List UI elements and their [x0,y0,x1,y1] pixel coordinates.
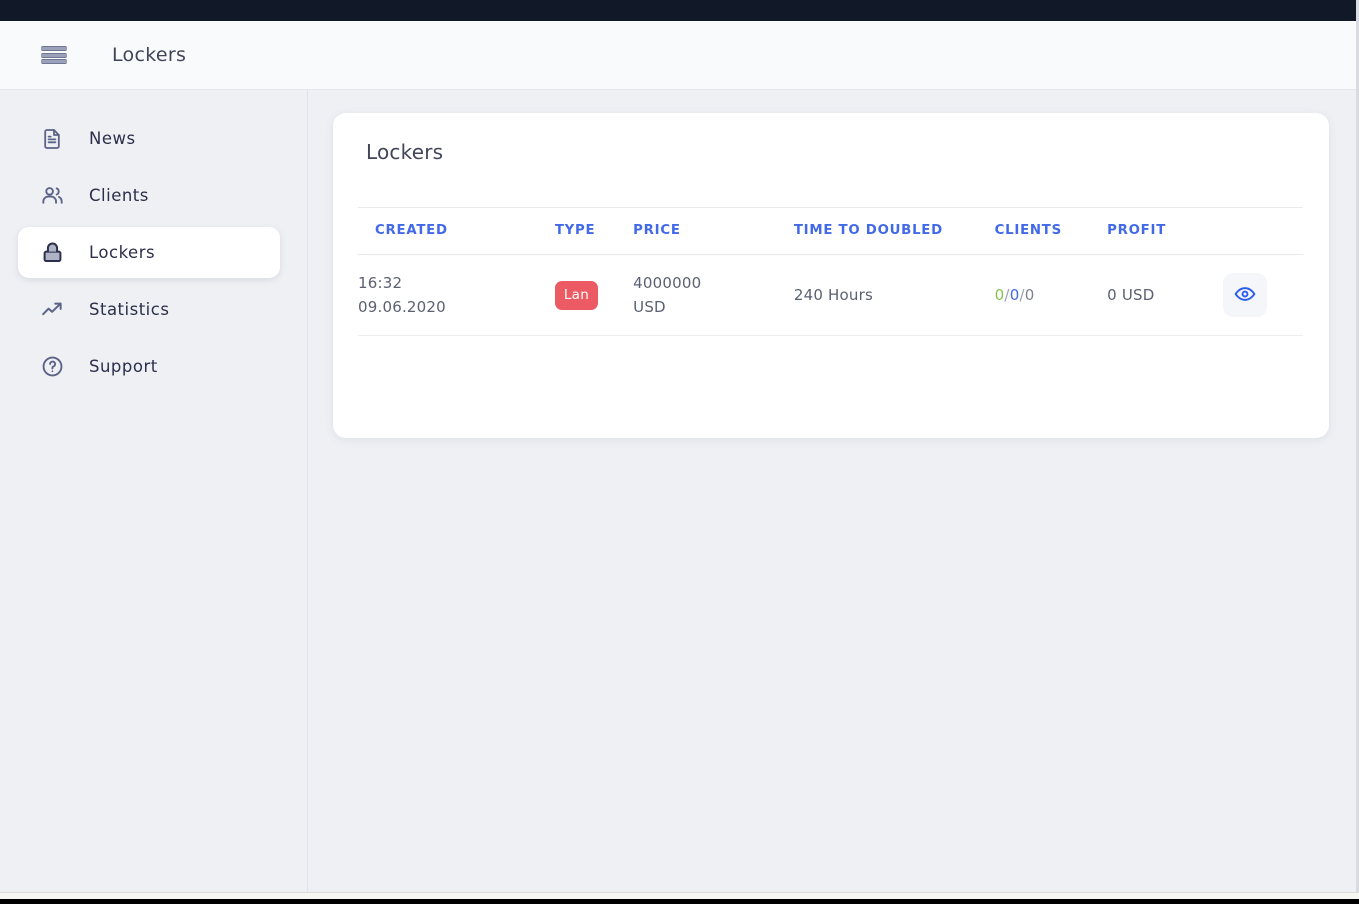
cell-actions [1222,254,1303,337]
hamburger-icon[interactable] [41,45,67,65]
clients-total-count: 0 [1009,286,1020,305]
cell-type: Lan [554,254,634,337]
column-header-time-to-doubled[interactable]: TIME TO DOUBLED [793,207,995,255]
lockers-card: Lockers CREATED TYPE PRICE TIME TO DOUBL… [333,113,1329,438]
lockers-table: CREATED TYPE PRICE TIME TO DOUBLED CLIEN… [358,207,1303,337]
sidebar: News Clients Lockers Statistics Support [0,90,308,892]
content-area: Lockers CREATED TYPE PRICE TIME TO DOUBL… [309,90,1356,892]
window-bottom-edge [0,899,1359,904]
column-header-profit[interactable]: PROFIT [1107,207,1223,255]
page-title: Lockers [112,44,187,66]
sidebar-item-lockers[interactable]: Lockers [18,227,280,278]
document-icon [39,126,65,152]
cell-time-to-doubled: 240 Hours [793,254,995,337]
trending-up-icon [39,297,65,323]
sidebar-item-news[interactable]: News [18,113,280,164]
os-title-bar [0,0,1359,21]
sidebar-item-label: Lockers [89,243,156,262]
table-header: CREATED TYPE PRICE TIME TO DOUBLED CLIEN… [358,207,1303,255]
column-header-actions [1222,207,1303,255]
help-circle-icon [39,354,65,380]
table-body: 16:32 09.06.2020 Lan 4000000 USD 240 Hou… [358,254,1303,337]
view-locker-button[interactable] [1222,273,1267,318]
price-amount: 4000000 [633,273,702,292]
cell-profit: 0 USD [1107,254,1223,337]
app-header: Lockers [0,21,1356,90]
sidebar-item-statistics[interactable]: Statistics [18,284,280,335]
clients-online-count: 0 [994,286,1005,305]
sidebar-item-clients[interactable]: Clients [18,170,280,221]
sidebar-item-label: Clients [89,186,149,205]
column-header-price[interactable]: PRICE [633,207,794,255]
table-header-row: CREATED TYPE PRICE TIME TO DOUBLED CLIEN… [358,207,1303,255]
clients-other-count: 0 [1024,286,1035,305]
column-header-clients[interactable]: CLIENTS [994,207,1108,255]
sidebar-item-support[interactable]: Support [18,341,280,392]
cell-created: 16:32 09.06.2020 [358,254,555,337]
lock-icon [39,240,65,266]
created-time: 16:32 [358,273,403,292]
sidebar-item-label: News [89,129,136,148]
column-header-created[interactable]: CREATED [358,207,555,255]
eye-icon [1234,283,1256,308]
created-date: 09.06.2020 [358,298,446,317]
app-window: Lockers News Clients Lockers Statistics … [0,0,1359,904]
card-title: Lockers [366,140,444,164]
cell-price: 4000000 USD [633,254,794,337]
price-currency: USD [633,298,666,317]
sidebar-item-label: Support [89,357,158,376]
table-row[interactable]: 16:32 09.06.2020 Lan 4000000 USD 240 Hou… [358,254,1303,337]
cell-clients: 0/0/0 [994,254,1108,337]
column-header-type[interactable]: TYPE [554,207,634,255]
sidebar-item-label: Statistics [89,300,170,319]
users-icon [39,183,65,209]
status-badge: Lan [554,280,599,310]
